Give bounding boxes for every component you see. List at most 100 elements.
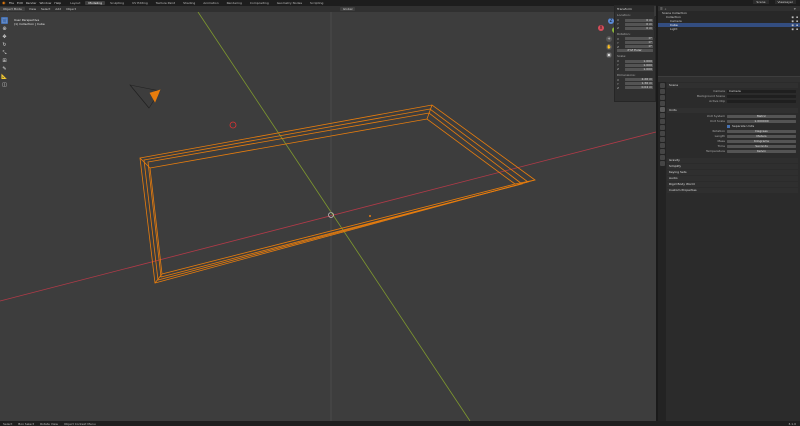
simplify-panel[interactable]: Simplify [667, 164, 798, 169]
constraints-tab-icon[interactable] [659, 143, 665, 148]
workspace-tabs: Layout Modeling Sculpting UV Editing Tex… [67, 1, 326, 5]
status-select: Select [3, 421, 13, 426]
viewport-info: User Perspective (1) Collection | Cube [14, 18, 45, 26]
mass-units-select[interactable]: Kilograms [727, 139, 796, 143]
camera-field[interactable]: Camera [727, 89, 796, 93]
visibility-eye-icon[interactable]: ◉ [791, 27, 794, 31]
unit-system-select[interactable]: Metric [727, 114, 796, 118]
scene-tab-icon[interactable] [659, 107, 665, 112]
particles-tab-icon[interactable] [659, 131, 665, 136]
tab-rendering[interactable]: Rendering [224, 1, 245, 5]
tab-modeling[interactable]: Modeling [85, 1, 106, 5]
selected-cube-wireframe[interactable] [139, 104, 536, 284]
physics-tab-icon[interactable] [659, 137, 665, 142]
sidebar-transform-panel: Transform Location: X0 m Y0 m Z0 m Rotat… [614, 5, 656, 102]
rotation-mode-select[interactable]: XYZ Euler [617, 49, 653, 53]
filter-icon[interactable]: ⏷ [794, 7, 796, 11]
transform-tool-icon[interactable]: ⊞ [1, 57, 8, 64]
length-units-label: Length [714, 134, 725, 138]
separate-units-checkbox[interactable]: Separate Units [727, 124, 798, 128]
unit-scale-field[interactable]: 1.000000 [727, 119, 796, 123]
active-clip-label: Active Clip [709, 99, 725, 103]
custom-properties-panel[interactable]: Custom Properties [667, 188, 798, 193]
tab-uv-editing[interactable]: UV Editing [129, 1, 151, 5]
properties-editor: Scene Camera Camera Background Scene Acti… [658, 77, 800, 421]
object-menu[interactable]: Object [65, 7, 77, 11]
select-tool-icon[interactable]: ⬚ [1, 17, 8, 24]
tab-scripting[interactable]: Scripting [307, 1, 326, 5]
search-icon[interactable]: ⌕ [665, 7, 667, 11]
add-cube-tool-icon[interactable]: ◫ [1, 81, 8, 88]
tab-geometry-nodes[interactable]: Geometry Nodes [274, 1, 305, 5]
move-tool-icon[interactable]: ✥ [1, 33, 8, 40]
outliner-type-icon[interactable]: ☰ [660, 7, 663, 11]
time-units-select[interactable]: Seconds [727, 144, 796, 148]
outliner-item-light[interactable]: Light ◉ ▪ [658, 27, 800, 31]
scale-tool-icon[interactable]: ⤡ [1, 49, 8, 56]
annotate-tool-icon[interactable]: ✎ [1, 65, 8, 72]
zoom-icon[interactable]: + [606, 36, 612, 42]
material-tab-icon[interactable] [659, 155, 665, 160]
tab-compositing[interactable]: Compositing [247, 1, 272, 5]
keying-sets-panel[interactable]: Keying Sets [667, 170, 798, 175]
object-tab-icon[interactable] [659, 119, 665, 124]
world-tab-icon[interactable] [659, 113, 665, 118]
scene-selectors: Scene ViewLayer [753, 0, 796, 4]
modifier-tab-icon[interactable] [659, 125, 665, 130]
audio-panel[interactable]: Audio [667, 176, 798, 181]
menu-window[interactable]: Window [40, 1, 52, 5]
scene-selector[interactable]: Scene [753, 0, 769, 4]
render-tab-icon[interactable] [659, 89, 665, 94]
camera-object-icon[interactable] [129, 84, 161, 109]
status-bar: Select Box Select Rotate View Object Con… [0, 421, 800, 426]
checkbox-icon[interactable] [727, 124, 730, 128]
data-tab-icon[interactable] [659, 149, 665, 154]
menu-render[interactable]: Render [26, 1, 37, 5]
length-units-select[interactable]: Meters [727, 134, 796, 138]
properties-content: Scene Camera Camera Background Scene Acti… [667, 83, 798, 193]
rotate-tool-icon[interactable]: ↻ [1, 41, 8, 48]
tab-animation[interactable]: Animation [200, 1, 221, 5]
tab-texture-paint[interactable]: Texture Paint [153, 1, 178, 5]
background-scene-label: Background Scene [697, 94, 725, 98]
gravity-panel[interactable]: Gravity [667, 158, 798, 163]
tool-shelf: ⬚ ⊕ ✥ ↻ ⤡ ⊞ ✎ 📐 ◫ [1, 17, 10, 89]
pan-hand-icon[interactable]: ✋ [606, 44, 612, 50]
menu-help[interactable]: Help [54, 1, 61, 5]
tab-layout[interactable]: Layout [67, 1, 83, 5]
active-clip-field[interactable] [727, 99, 796, 103]
camera-view-icon[interactable]: ▣ [606, 52, 612, 58]
units-section-header[interactable]: Units [667, 108, 798, 113]
measure-tool-icon[interactable]: 📐 [1, 73, 8, 80]
temperature-units-select[interactable]: Kelvin [727, 149, 796, 153]
output-tab-icon[interactable] [659, 95, 665, 100]
view-layer-selector[interactable]: ViewLayer [774, 0, 796, 4]
scene-section-header[interactable]: Scene [667, 83, 798, 88]
blender-logo-icon[interactable]: ◉ [2, 1, 7, 5]
tab-shading[interactable]: Shading [180, 1, 198, 5]
cursor-tool-icon[interactable]: ⊕ [1, 25, 8, 32]
add-menu[interactable]: Add [54, 7, 62, 11]
render-camera-icon[interactable]: ▪ [796, 27, 798, 31]
tab-sculpting[interactable]: Sculpting [107, 1, 127, 5]
texture-tab-icon[interactable] [659, 161, 665, 166]
orientation-selector[interactable]: Global [339, 7, 356, 11]
menu-file[interactable]: File [9, 1, 14, 5]
3d-viewport[interactable]: User Perspective (1) Collection | Cube ⬚… [0, 12, 656, 421]
3d-cursor-icon[interactable] [229, 121, 237, 129]
rotation-units-select[interactable]: Degrees [727, 129, 796, 133]
select-menu[interactable]: Select [40, 7, 51, 11]
rigid-body-world-panel[interactable]: Rigid Body World [667, 182, 798, 187]
properties-tabs [658, 82, 666, 421]
location-z-field[interactable]: 0 m [625, 26, 653, 30]
tool-tab-icon[interactable] [659, 83, 665, 88]
view-layer-tab-icon[interactable] [659, 101, 665, 106]
view-menu[interactable]: View [28, 7, 37, 11]
scale-z-field[interactable]: 1.000 [625, 67, 653, 71]
gizmo-x-icon[interactable]: X [598, 25, 604, 31]
dimensions-z-field[interactable]: 0.04 m [625, 86, 653, 90]
status-context-menu: Object Context Menu [63, 421, 96, 426]
mode-selector[interactable]: Object Mode [0, 7, 25, 11]
background-scene-field[interactable] [727, 94, 796, 98]
menu-edit[interactable]: Edit [17, 1, 23, 5]
